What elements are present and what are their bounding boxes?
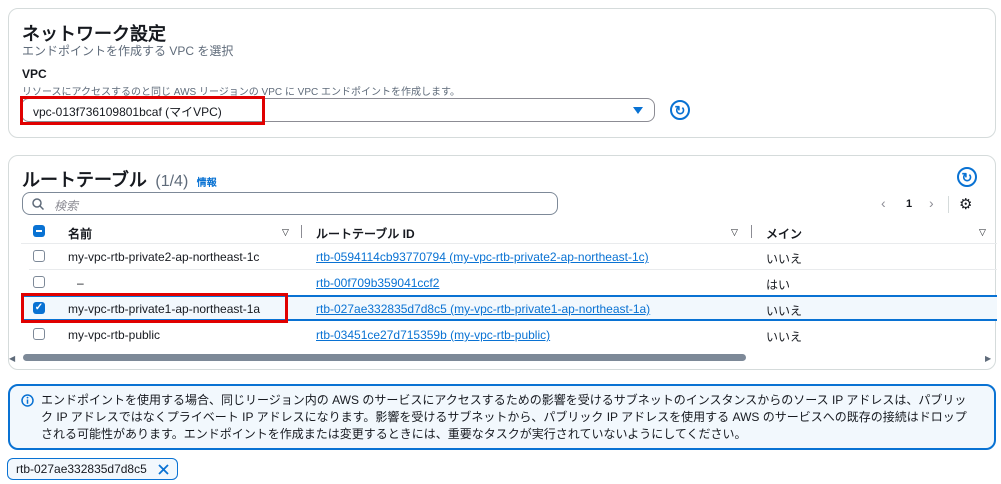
- pagination-divider: [948, 196, 949, 213]
- scrollbar-thumb[interactable]: [23, 354, 746, 361]
- table-row[interactable]: – rtb-00f709b359041ccf2 はい: [21, 270, 997, 295]
- info-alert: エンドポイントを使用する場合、同じリージョン内の AWS のサービスにアクセスす…: [8, 384, 996, 450]
- search-icon: [32, 198, 44, 210]
- route-table-id-link[interactable]: rtb-00f709b359041ccf2: [316, 276, 439, 290]
- row-checkbox[interactable]: [33, 276, 45, 288]
- column-header-main[interactable]: メイン: [766, 225, 802, 242]
- horizontal-scrollbar[interactable]: ◀ ▶: [9, 353, 997, 363]
- row-main: はい: [766, 278, 791, 292]
- column-resizer[interactable]: [301, 225, 302, 238]
- row-checkbox[interactable]: [33, 328, 45, 340]
- info-link[interactable]: 情報: [197, 178, 217, 189]
- page-number[interactable]: 1: [906, 198, 912, 210]
- column-resizer[interactable]: [751, 225, 752, 238]
- scroll-right-icon[interactable]: ▶: [985, 354, 991, 363]
- table-row[interactable]: my-vpc-rtb-private2-ap-northeast-1c rtb-…: [21, 244, 997, 269]
- row-main: いいえ: [766, 304, 803, 318]
- sort-down-icon[interactable]: ▽: [282, 227, 289, 238]
- row-main: いいえ: [766, 330, 803, 344]
- column-header-route-table-id[interactable]: ルートテーブル ID: [316, 225, 415, 242]
- row-name: my-vpc-rtb-private2-ap-northeast-1c: [68, 250, 260, 264]
- route-table-id-link[interactable]: rtb-03451ce27d715359b (my-vpc-rtb-public…: [316, 328, 550, 342]
- refresh-icon[interactable]: ↻: [670, 100, 690, 120]
- token-label: rtb-027ae332835d7d8c5: [16, 462, 147, 476]
- search-input[interactable]: 検索: [22, 192, 558, 215]
- caret-down-icon: [633, 107, 643, 114]
- row-name: my-vpc-rtb-public: [68, 328, 161, 342]
- close-icon[interactable]: [158, 464, 169, 475]
- highlight-box-vpc: [20, 96, 265, 125]
- route-tables-count: (1/4): [155, 173, 189, 190]
- column-header-name[interactable]: 名前: [68, 225, 92, 242]
- highlight-box-selected-row: [21, 293, 288, 323]
- row-main: いいえ: [766, 252, 803, 266]
- route-table-id-link[interactable]: rtb-027ae332835d7d8c5 (my-vpc-rtb-privat…: [316, 302, 650, 316]
- route-tables-title: ルートテーブル: [22, 170, 147, 190]
- info-icon: [21, 394, 34, 407]
- gear-icon[interactable]: ⚙: [959, 195, 972, 213]
- route-tables-panel: ルートテーブル (1/4) 情報 ↻ 検索 ‹ 1 › ⚙ 名前 ▽ ルートテー…: [8, 155, 997, 370]
- sort-down-icon[interactable]: ▽: [979, 227, 986, 238]
- scroll-left-icon[interactable]: ◀: [9, 354, 15, 363]
- network-settings-subtitle: エンドポイントを作成する VPC を選択: [22, 44, 234, 58]
- search-placeholder: 検索: [54, 199, 79, 213]
- chevron-left-icon[interactable]: ‹: [881, 195, 886, 211]
- selected-route-table-token: rtb-027ae332835d7d8c5: [7, 458, 178, 480]
- vpc-label: VPC: [22, 67, 47, 81]
- row-checkbox[interactable]: [33, 250, 45, 262]
- table-row[interactable]: my-vpc-rtb-public rtb-03451ce27d715359b …: [21, 322, 997, 347]
- route-table-id-link[interactable]: rtb-0594114cb93770794 (my-vpc-rtb-privat…: [316, 250, 649, 264]
- row-name: –: [77, 276, 84, 290]
- network-settings-panel: ネットワーク設定 エンドポイントを作成する VPC を選択 VPC リソースにア…: [8, 8, 996, 138]
- info-alert-text: エンドポイントを使用する場合、同じリージョン内の AWS のサービスにアクセスす…: [41, 393, 967, 441]
- sort-down-icon[interactable]: ▽: [731, 227, 738, 238]
- route-tables-header: ルートテーブル (1/4) 情報: [22, 166, 217, 192]
- refresh-icon[interactable]: ↻: [957, 167, 977, 187]
- select-all-checkbox[interactable]: [33, 225, 45, 237]
- chevron-right-icon[interactable]: ›: [929, 195, 934, 211]
